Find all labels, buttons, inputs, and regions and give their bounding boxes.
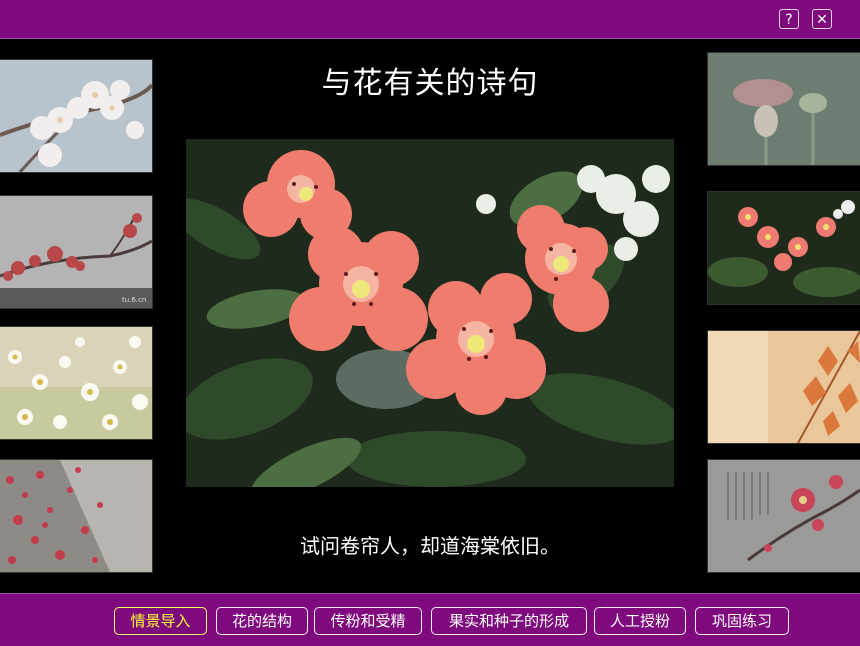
plum-calligraphy-icon: [708, 460, 860, 572]
nav-situation-intro[interactable]: 情景导入: [114, 607, 207, 635]
autumn-leaves-icon: [708, 331, 860, 443]
main-photo: [186, 139, 674, 487]
nav-fruit-seed-formation[interactable]: 果实和种子的形成: [431, 607, 587, 635]
pink-flowers-icon: [708, 192, 860, 304]
thumbnail-red-plum[interactable]: tu.6.cn: [0, 196, 152, 308]
plum-blossom-white-icon: [0, 60, 152, 172]
poem-caption: 试问卷帘人，却道海棠依旧。: [300, 534, 560, 558]
petals-path-icon: [0, 460, 152, 572]
nav-artificial-pollination[interactable]: 人工授粉: [594, 607, 686, 635]
thumbnail-pink-flowers[interactable]: [708, 192, 860, 304]
help-button[interactable]: ?: [779, 9, 799, 29]
thumbnail-petals-path[interactable]: [0, 460, 152, 572]
svg-text:tu.6.cn: tu.6.cn: [122, 296, 146, 304]
nav-flower-structure[interactable]: 花的结构: [216, 607, 308, 635]
thumbnail-plum-calligraphy[interactable]: [708, 460, 860, 572]
close-button[interactable]: ✕: [812, 9, 832, 29]
thumbnail-autumn-leaves[interactable]: [708, 331, 860, 443]
bottom-nav-bar: 情景导入 花的结构 传粉和受精 果实和种子的形成 人工授粉 巩固练习: [0, 593, 860, 646]
top-bar: ? ✕: [0, 0, 860, 39]
lotus-bud-icon: [708, 53, 860, 165]
nav-pollination-fertilization[interactable]: 传粉和受精: [314, 607, 422, 635]
thumbnail-daisy-field[interactable]: [0, 327, 152, 439]
red-plum-branch-icon: tu.6.cn: [0, 196, 152, 308]
thumbnail-plum-blossom-white[interactable]: [0, 60, 152, 172]
thumbnail-lotus-bud[interactable]: [708, 53, 860, 165]
slide-title: 与花有关的诗句: [321, 66, 539, 101]
nav-consolidation-exercise[interactable]: 巩固练习: [695, 607, 789, 635]
rhododendron-icon: [186, 139, 674, 487]
daisy-field-icon: [0, 327, 152, 439]
